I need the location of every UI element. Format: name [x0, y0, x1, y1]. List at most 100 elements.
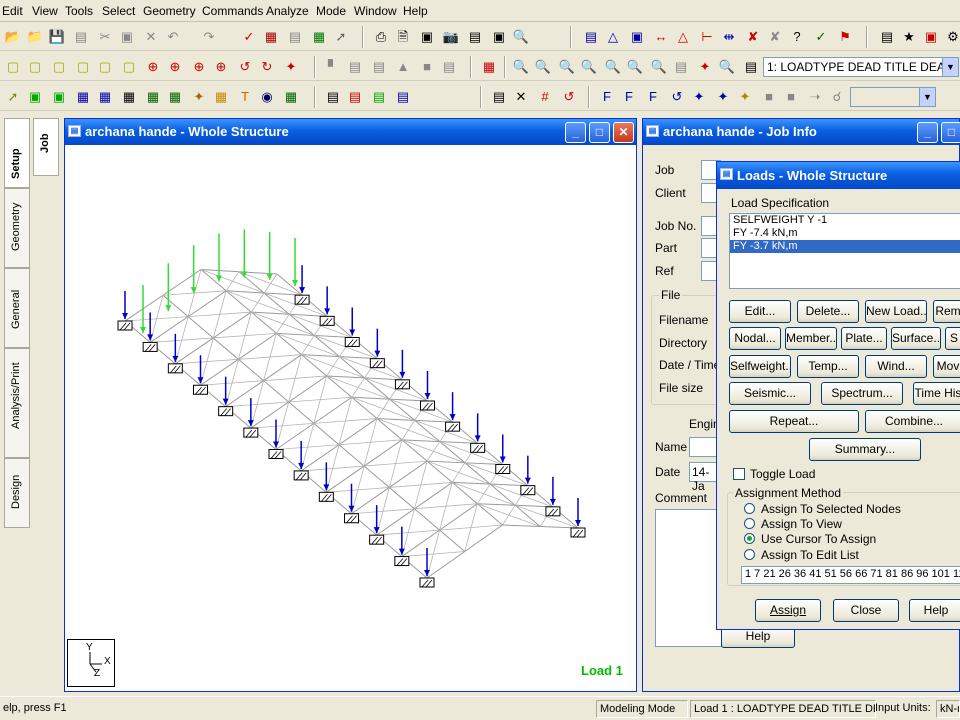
cube-iso-icon[interactable]: ▢	[120, 58, 138, 76]
menu-view[interactable]: View	[32, 4, 58, 18]
picture-icon[interactable]: ▣	[418, 28, 436, 46]
brace[interactable]	[426, 441, 441, 462]
open-icon[interactable]: 📂	[4, 28, 22, 46]
shade-icon[interactable]: ▘	[324, 58, 342, 76]
list-item-selected[interactable]: FY -3.7 kN,m	[730, 240, 960, 253]
magnify-icon[interactable]: 🔍	[718, 58, 736, 76]
toggle-load-checkbox[interactable]	[733, 468, 745, 480]
print-preview-doc-icon[interactable]: 🗎	[394, 28, 412, 46]
brush-icon[interactable]: ✦	[736, 88, 754, 106]
cube-front-icon[interactable]: ▢	[26, 58, 44, 76]
reset-view-icon[interactable]: ✦	[282, 58, 300, 76]
menu-edit[interactable]: Edit	[2, 4, 23, 18]
move-beam-icon[interactable]: ▤	[346, 88, 364, 106]
member[interactable]	[338, 444, 365, 467]
radio-view[interactable]	[744, 518, 755, 529]
member[interactable]	[288, 313, 315, 336]
close-button[interactable]: Close	[833, 599, 899, 622]
help-question-icon[interactable]: ?	[788, 28, 806, 46]
cube-icon[interactable]: ▢	[4, 58, 22, 76]
selfweight-button[interactable]: Selfweight...	[729, 355, 791, 378]
zoom-minus-icon[interactable]: 🔍	[580, 58, 598, 76]
menu-mode[interactable]: Mode	[316, 4, 346, 18]
grid-icon[interactable]: ▤	[346, 58, 364, 76]
member[interactable]	[200, 269, 227, 292]
member[interactable]	[502, 524, 541, 527]
time-history-button[interactable]: Time His	[913, 382, 960, 405]
check-icon[interactable]: ✓	[812, 28, 830, 46]
pan-icon[interactable]: ▤	[672, 58, 690, 76]
zoom-window-icon[interactable]: ▦	[480, 58, 498, 76]
member[interactable]	[250, 311, 277, 334]
surface-button[interactable]: Surface...	[891, 327, 941, 350]
delete-icon[interactable]: ✕	[142, 28, 160, 46]
member[interactable]	[464, 462, 491, 485]
select-surface-icon[interactable]: ▦	[96, 88, 114, 106]
structure-viewport[interactable]	[65, 146, 636, 692]
edit-node-icon[interactable]: ✘	[744, 28, 762, 46]
minimize-button[interactable]: _	[565, 122, 586, 143]
load-icon[interactable]: ▣	[922, 28, 940, 46]
brace[interactable]	[225, 271, 240, 292]
snap-icon[interactable]: ▤	[370, 58, 388, 76]
member[interactable]	[225, 290, 252, 313]
repeat-button[interactable]: Repeat...	[729, 410, 859, 433]
brace[interactable]	[502, 505, 516, 526]
tab-analysis-print[interactable]: Analysis/Print	[4, 348, 30, 458]
member[interactable]	[326, 375, 353, 398]
support-icon[interactable]: △	[674, 28, 692, 46]
delete-button[interactable]: Delete...	[797, 300, 859, 323]
maximize-button[interactable]: □	[941, 122, 960, 143]
merge-tool-icon[interactable]: ↺	[560, 88, 578, 106]
loads-dialog-titlebar[interactable]: ▤ Loads - Whole Structure	[717, 162, 960, 189]
camera-icon[interactable]: 📷	[442, 28, 460, 46]
redo-icon[interactable]: ↷	[200, 28, 218, 46]
magic-icon[interactable]: ✦	[696, 58, 714, 76]
mx-icon[interactable]: ✦	[690, 88, 708, 106]
menu-geometry[interactable]: Geometry	[143, 4, 196, 18]
member[interactable]	[187, 316, 214, 339]
menu-commands[interactable]: Commands	[202, 4, 263, 18]
beam-tool-icon[interactable]: ▤	[490, 88, 508, 106]
spectrum-button[interactable]: Spectrum...	[821, 382, 903, 405]
menu-window[interactable]: Window	[354, 4, 397, 18]
tab-setup[interactable]: Setup	[4, 118, 30, 188]
member[interactable]	[364, 377, 390, 400]
member[interactable]	[414, 508, 440, 531]
member[interactable]	[376, 418, 415, 421]
edit-list-field[interactable]: 1 7 21 26 36 41 51 56 66 71 81 86 96 101…	[741, 566, 960, 584]
solid-button[interactable]: S	[945, 327, 960, 350]
member[interactable]	[477, 503, 516, 506]
select-group-icon[interactable]: ▦	[166, 88, 184, 106]
member[interactable]	[288, 401, 315, 424]
disabled-select[interactable]: ▼	[850, 87, 936, 107]
member[interactable]	[401, 439, 440, 443]
cut-icon[interactable]: ✂	[96, 28, 114, 46]
member[interactable]	[263, 292, 290, 315]
structure-window-titlebar[interactable]: ▤ archana hande - Whole Structure _ □ ✕	[65, 119, 636, 145]
brace[interactable]	[477, 483, 491, 504]
select-physical-icon[interactable]: ▦	[282, 88, 300, 106]
member[interactable]	[351, 396, 378, 419]
select-globe-icon[interactable]: ◉	[258, 88, 276, 106]
member[interactable]	[301, 354, 327, 377]
report-icon[interactable]: ▤	[286, 28, 304, 46]
my-icon[interactable]: ✦	[714, 88, 732, 106]
nodal-button[interactable]: Nodal...	[729, 327, 781, 350]
undo-icon[interactable]: ↶	[164, 28, 182, 46]
edit-button[interactable]: Edit...	[729, 300, 791, 323]
network-icon[interactable]: ▦	[310, 28, 328, 46]
shape2-icon[interactable]: ■	[782, 88, 800, 106]
rotate-z-icon[interactable]: ⊕	[190, 58, 208, 76]
member-button[interactable]: Member...	[785, 327, 837, 350]
spin-left-icon[interactable]: ↺	[236, 58, 254, 76]
paste-icon[interactable]: ▣	[118, 28, 136, 46]
brace[interactable]	[401, 420, 416, 441]
member[interactable]	[389, 398, 416, 421]
member[interactable]	[452, 481, 491, 485]
comment-field[interactable]	[655, 509, 725, 647]
rotate-x-icon[interactable]: ⊕	[144, 58, 162, 76]
force-x-icon[interactable]: F	[598, 88, 616, 106]
radio-edit-list[interactable]	[744, 549, 755, 560]
flag-icon[interactable]: ⚑	[836, 28, 854, 46]
